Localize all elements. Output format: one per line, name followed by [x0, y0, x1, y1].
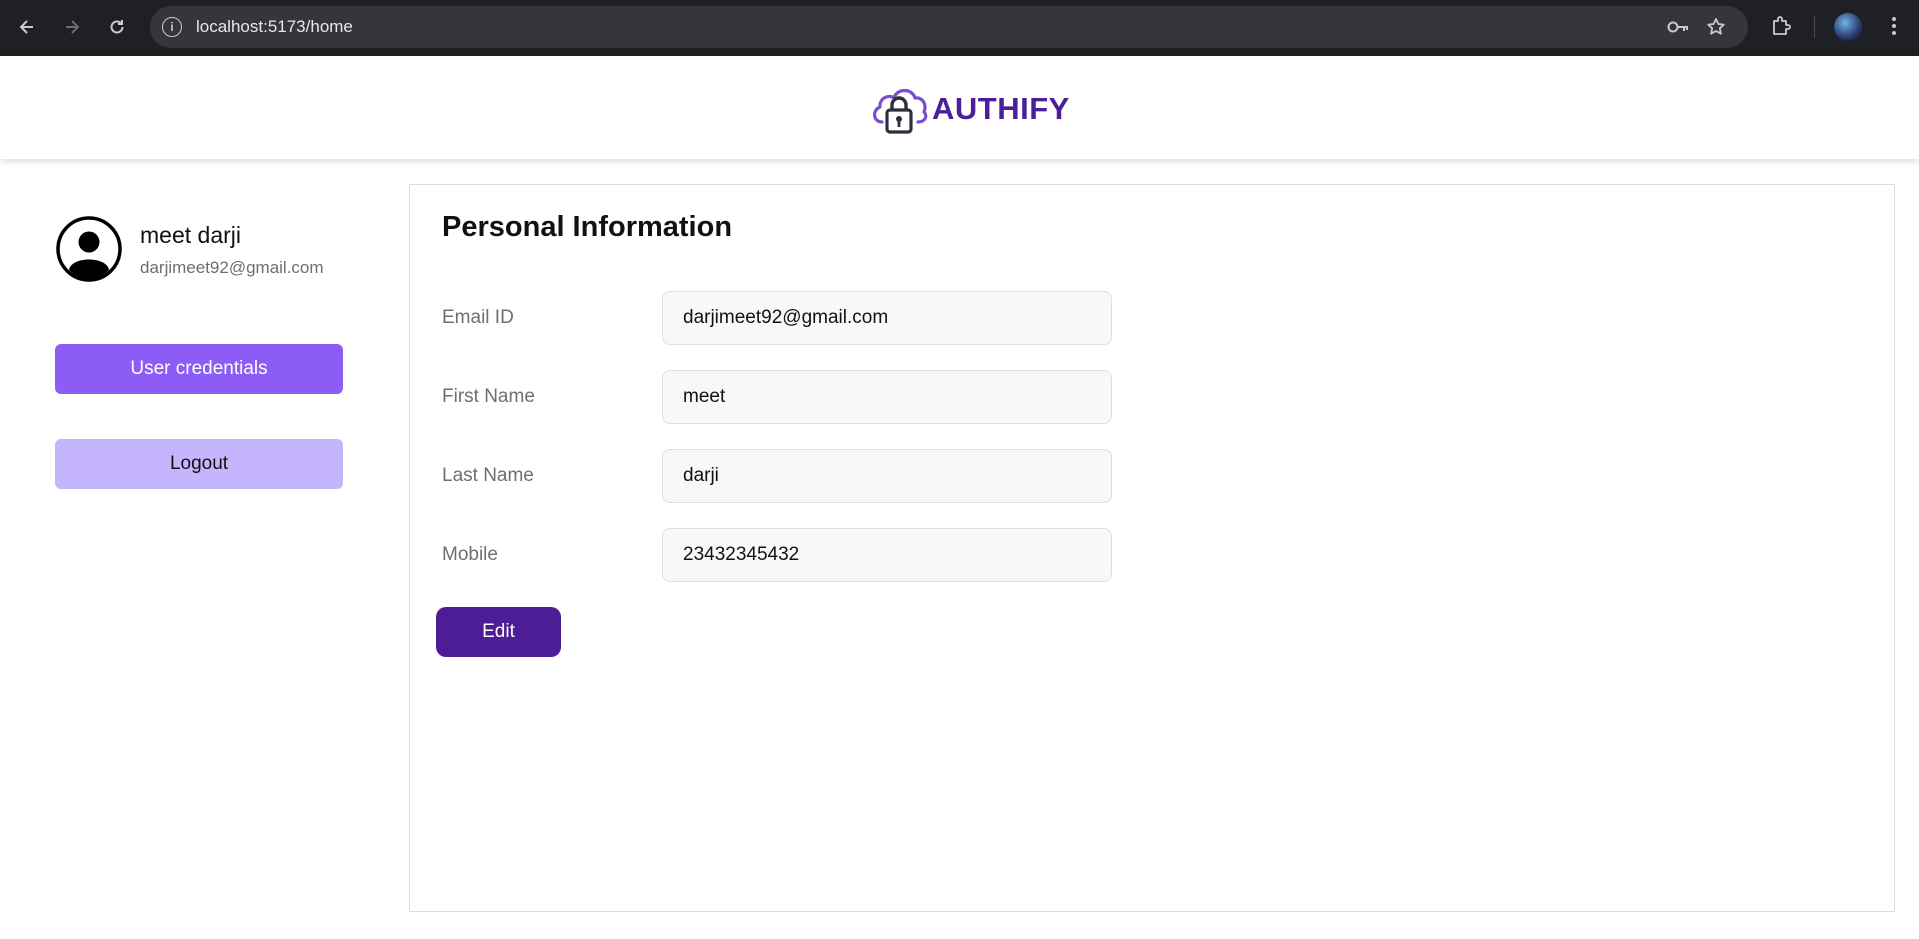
page-title: Personal Information	[442, 211, 733, 243]
mobile-field[interactable]	[662, 528, 1112, 582]
email-field[interactable]	[662, 291, 1112, 345]
bookmark-star-icon[interactable]	[1706, 17, 1726, 37]
back-icon[interactable]	[12, 12, 42, 42]
browser-toolbar: i localhost:5173/home	[0, 0, 1919, 56]
email-label: Email ID	[442, 307, 514, 328]
user-name: meet darji	[140, 222, 241, 248]
profile-avatar[interactable]	[1834, 13, 1862, 41]
first-name-label: First Name	[442, 386, 535, 407]
first-name-field[interactable]	[662, 370, 1112, 424]
toolbar-divider	[1814, 16, 1815, 38]
last-name-field[interactable]	[662, 449, 1112, 503]
password-key-icon[interactable]	[1666, 17, 1688, 37]
mobile-label: Mobile	[442, 544, 498, 565]
menu-dots-icon[interactable]	[1881, 13, 1907, 39]
site-info-icon[interactable]: i	[162, 17, 182, 37]
app-header: AUTHIFY	[0, 56, 1919, 159]
user-email: darjimeet92@gmail.com	[140, 258, 324, 277]
reload-icon[interactable]	[102, 12, 132, 42]
user-avatar-icon	[56, 216, 122, 282]
extensions-icon[interactable]	[1768, 13, 1794, 39]
address-bar[interactable]: i localhost:5173/home	[150, 6, 1748, 48]
logout-button[interactable]: Logout	[55, 439, 343, 489]
brand-logo[interactable]: AUTHIFY	[870, 82, 1070, 136]
edit-button[interactable]: Edit	[436, 607, 561, 657]
personal-information-panel: Personal Information Email ID First Name…	[409, 184, 1895, 912]
brand-name: AUTHIFY	[932, 91, 1070, 126]
last-name-label: Last Name	[442, 465, 534, 486]
forward-icon[interactable]	[57, 12, 87, 42]
user-credentials-button[interactable]: User credentials	[55, 344, 343, 394]
address-url[interactable]: localhost:5173/home	[196, 17, 353, 37]
cloud-lock-icon	[873, 88, 928, 134]
